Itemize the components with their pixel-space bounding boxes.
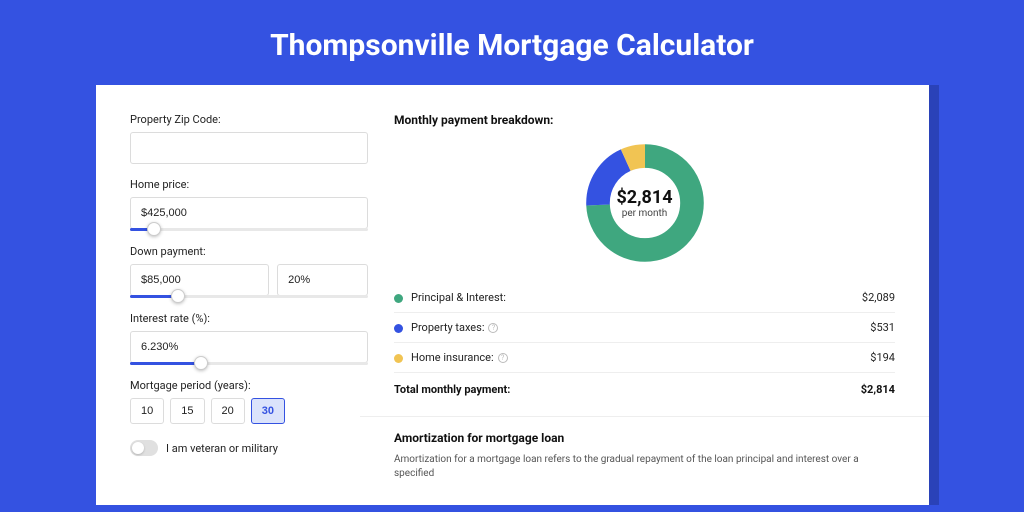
- toggle-knob: [132, 442, 144, 454]
- breakdown-label: Principal & Interest:: [411, 291, 506, 304]
- interest-rate-label: Interest rate (%):: [130, 312, 368, 325]
- breakdown-label: Property taxes:: [411, 321, 484, 334]
- breakdown-value: $531: [870, 321, 895, 334]
- page-title: Thompsonville Mortgage Calculator: [0, 0, 1024, 85]
- donut-center: $2,814 per month: [583, 141, 707, 265]
- donut-chart: $2,814 per month: [583, 141, 707, 265]
- calculator-card: Property Zip Code: Home price: Down paym…: [96, 85, 929, 505]
- veteran-row: I am veteran or military: [130, 440, 368, 456]
- amortization-text: Amortization for a mortgage loan refers …: [394, 453, 895, 481]
- period-options: 10 15 20 30: [130, 398, 368, 424]
- period-option-20[interactable]: 20: [211, 398, 245, 424]
- home-price-input[interactable]: [130, 197, 368, 229]
- breakdown-label: Home insurance:: [411, 351, 494, 364]
- breakdown-row-principal: Principal & Interest: $2,089: [394, 283, 895, 313]
- home-price-field: Home price:: [130, 178, 368, 231]
- breakdown-total-row: Total monthly payment: $2,814: [394, 373, 895, 410]
- breakdown-value: $2,089: [862, 291, 895, 304]
- breakdown-value: $194: [870, 351, 895, 364]
- breakdown-title: Monthly payment breakdown:: [394, 113, 895, 127]
- info-icon[interactable]: ?: [498, 353, 508, 363]
- interest-rate-slider[interactable]: [130, 362, 368, 365]
- breakdown-row-taxes: Property taxes:? $531: [394, 313, 895, 343]
- dot-icon: [394, 324, 403, 333]
- card-shadow: Property Zip Code: Home price: Down paym…: [96, 85, 939, 505]
- zip-input[interactable]: [130, 132, 368, 164]
- slider-thumb[interactable]: [194, 356, 208, 370]
- veteran-label: I am veteran or military: [166, 442, 278, 455]
- down-payment-percent-input[interactable]: [277, 264, 368, 296]
- divider: [360, 416, 929, 417]
- dot-icon: [394, 354, 403, 363]
- home-price-label: Home price:: [130, 178, 368, 191]
- down-payment-label: Down payment:: [130, 245, 368, 258]
- slider-thumb[interactable]: [171, 289, 185, 303]
- donut-chart-wrap: $2,814 per month: [394, 141, 895, 265]
- dot-icon: [394, 294, 403, 303]
- amortization-title: Amortization for mortgage loan: [394, 431, 895, 445]
- down-payment-amount-input[interactable]: [130, 264, 269, 296]
- down-payment-slider[interactable]: [130, 295, 368, 298]
- info-icon[interactable]: ?: [488, 323, 498, 333]
- total-value: $2,814: [861, 383, 895, 396]
- period-option-30[interactable]: 30: [251, 398, 285, 424]
- period-option-15[interactable]: 15: [170, 398, 204, 424]
- interest-rate-field: Interest rate (%):: [130, 312, 368, 365]
- home-price-slider[interactable]: [130, 228, 368, 231]
- total-label: Total monthly payment:: [394, 383, 510, 396]
- down-payment-field: Down payment:: [130, 245, 368, 298]
- period-field: Mortgage period (years): 10 15 20 30: [130, 379, 368, 424]
- donut-amount: $2,814: [616, 187, 672, 208]
- slider-thumb[interactable]: [147, 222, 161, 236]
- inputs-column: Property Zip Code: Home price: Down paym…: [130, 113, 368, 505]
- period-label: Mortgage period (years):: [130, 379, 368, 392]
- period-option-10[interactable]: 10: [130, 398, 164, 424]
- veteran-toggle[interactable]: [130, 440, 158, 456]
- zip-field: Property Zip Code:: [130, 113, 368, 164]
- donut-sub: per month: [622, 208, 668, 219]
- zip-label: Property Zip Code:: [130, 113, 368, 126]
- breakdown-row-insurance: Home insurance:? $194: [394, 343, 895, 373]
- breakdown-column: Monthly payment breakdown: $2,814 per mo…: [394, 113, 895, 505]
- interest-rate-input[interactable]: [130, 331, 368, 363]
